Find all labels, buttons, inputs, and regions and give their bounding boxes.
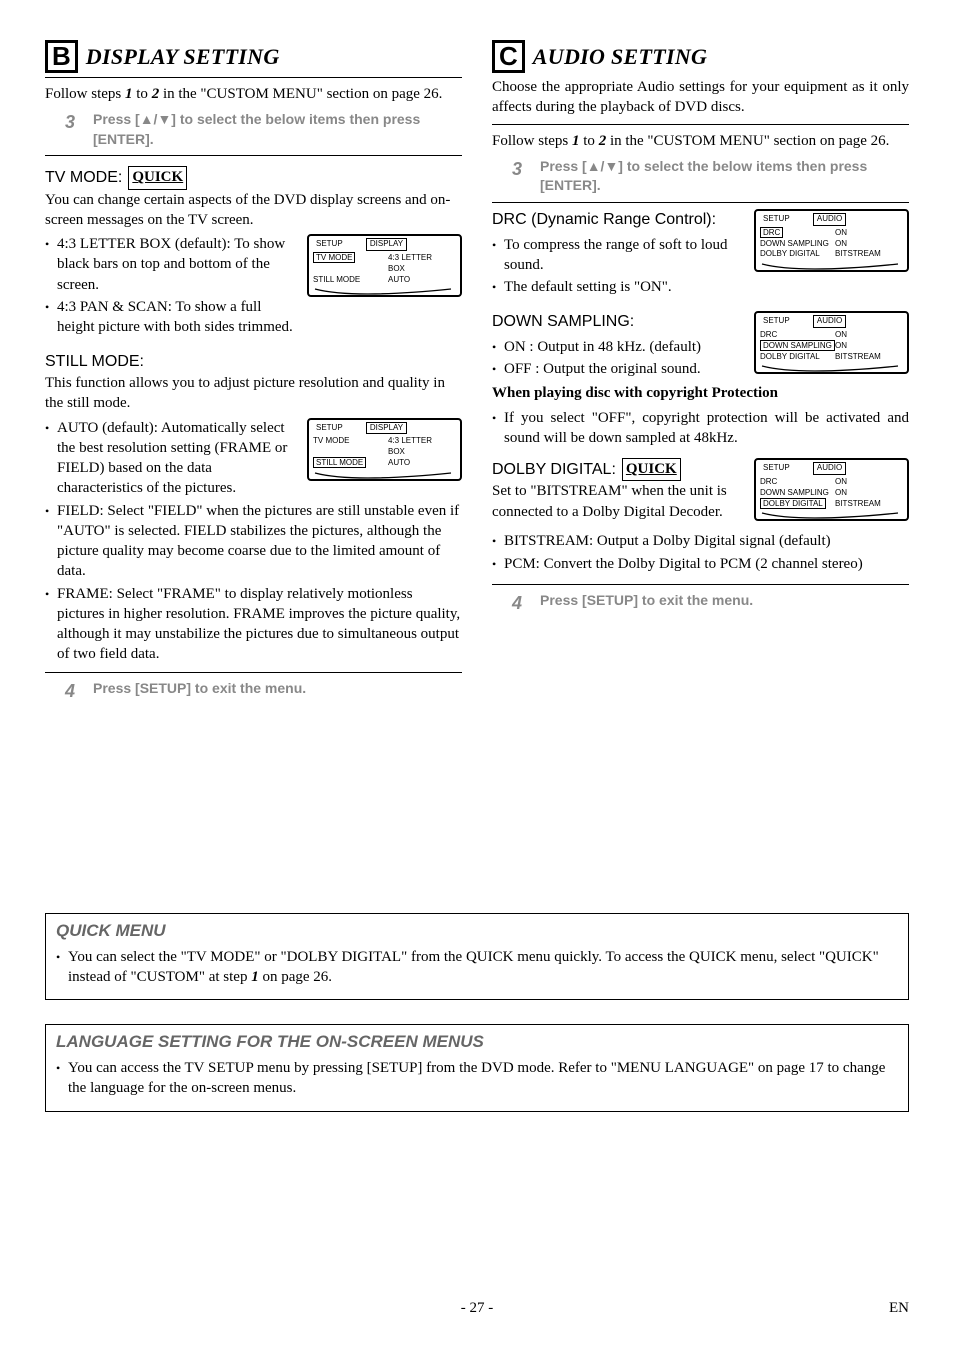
step-4-c: 4 Press [SETUP] to exit the menu. <box>512 591 909 615</box>
list-item: 4:3 PAN & SCAN: To show a full height pi… <box>45 297 462 338</box>
list-item: PCM: Convert the Dolby Digital to PCM (2… <box>492 554 909 574</box>
section-title-b: DISPLAY SETTING <box>86 42 280 72</box>
list-item: BITSTREAM: Output a Dolby Digital signal… <box>492 531 909 551</box>
list-item: You can select the "TV MODE" or "DOLBY D… <box>56 947 898 988</box>
list-item: FRAME: Select "FRAME" to display relativ… <box>45 584 462 665</box>
divider <box>45 672 462 673</box>
osd-tab: SETUP <box>760 463 793 474</box>
heading-label: DOLBY DIGITAL: <box>492 459 616 481</box>
section-letter-c: C <box>492 40 525 73</box>
step-text: Press [SETUP] to exit the menu. <box>93 679 306 699</box>
osd-tab: SETUP <box>760 214 793 225</box>
dolby-list: BITSTREAM: Output a Dolby Digital signal… <box>492 531 909 574</box>
still-mode-desc: This function allows you to adjust pictu… <box>45 373 462 414</box>
step-text: Press [▲/▼] to select the below items th… <box>540 157 909 196</box>
still-mode-list: AUTO (default): Automatically select the… <box>45 418 462 665</box>
osd-tab-active: AUDIO <box>813 315 846 328</box>
tv-mode-list: 4:3 LETTER BOX (default): To show black … <box>45 234 462 337</box>
follow-steps-b: Follow steps 1 to 2 in the "CUSTOM MENU"… <box>45 84 462 104</box>
osd-value: BITSTREAM <box>835 499 895 510</box>
dolby-heading: DOLBY DIGITAL: QUICK <box>492 458 746 481</box>
list-item: ON : Output in 48 kHz. (default) <box>492 337 909 357</box>
drc-list: To compress the range of soft to loud so… <box>492 235 909 298</box>
section-b-header: B DISPLAY SETTING <box>45 40 462 73</box>
divider <box>492 124 909 125</box>
step-number: 4 <box>512 591 526 615</box>
down-sampling-bold: When playing disc with copyright Protect… <box>492 383 909 403</box>
quick-menu-list: You can select the "TV MODE" or "DOLBY D… <box>56 947 898 988</box>
quick-tag: QUICK <box>128 166 187 189</box>
divider <box>45 155 462 156</box>
audio-intro: Choose the appropriate Audio settings fo… <box>492 77 909 118</box>
osd-row: DOWN SAMPLING <box>760 488 835 499</box>
tv-mode-desc: You can change certain aspects of the DV… <box>45 190 462 231</box>
drc-heading: DRC (Dynamic Range Control): <box>492 209 746 231</box>
osd-tab-active: AUDIO <box>813 462 846 475</box>
osd-tab-active: AUDIO <box>813 213 846 226</box>
divider <box>45 77 462 78</box>
osd-row: DRC <box>760 477 835 488</box>
list-item: To compress the range of soft to loud so… <box>492 235 909 276</box>
heading-label: DOWN SAMPLING: <box>492 311 634 333</box>
list-item: 4:3 LETTER BOX (default): To show black … <box>45 234 462 295</box>
page-number: - 27 - <box>461 1300 494 1316</box>
quick-tag: QUICK <box>622 458 681 481</box>
osd-row-selected: DOLBY DIGITAL <box>760 498 826 509</box>
section-title-c: AUDIO SETTING <box>533 42 707 72</box>
quick-menu-box: QUICK MENU You can select the "TV MODE" … <box>45 913 909 1000</box>
heading-label: STILL MODE: <box>45 351 144 373</box>
step-text: Press [SETUP] to exit the menu. <box>540 591 753 611</box>
osd-menu-audio-dolby: SETUP AUDIO DRCON DOWN SAMPLINGON DOLBY … <box>754 458 909 521</box>
divider <box>492 202 909 203</box>
step-3-c: 3 Press [▲/▼] to select the below items … <box>512 157 909 196</box>
osd-value: ON <box>835 488 895 499</box>
language-setting-box: LANGUAGE SETTING FOR THE ON-SCREEN MENUS… <box>45 1024 909 1111</box>
list-item: If you select "OFF", copyright protectio… <box>492 408 909 449</box>
heading-label: DRC (Dynamic Range Control): <box>492 209 716 231</box>
step-3-b: 3 Press [▲/▼] to select the below items … <box>65 110 462 149</box>
language-setting-title: LANGUAGE SETTING FOR THE ON-SCREEN MENUS <box>56 1031 898 1054</box>
step-number: 3 <box>512 157 526 181</box>
footer-lang: EN <box>889 1298 909 1318</box>
osd-tab: SETUP <box>760 316 793 327</box>
list-item: The default setting is "ON". <box>492 277 909 297</box>
column-audio: C AUDIO SETTING Choose the appropriate A… <box>492 40 909 709</box>
curl-icon <box>760 511 900 521</box>
language-setting-list: You can access the TV SETUP menu by pres… <box>56 1058 898 1099</box>
divider <box>492 584 909 585</box>
footer: - 27 - EN <box>0 1298 954 1318</box>
list-item: You can access the TV SETUP menu by pres… <box>56 1058 898 1099</box>
list-item: AUTO (default): Automatically select the… <box>45 418 462 499</box>
quick-menu-title: QUICK MENU <box>56 920 898 943</box>
step-number: 4 <box>65 679 79 703</box>
tv-mode-heading: TV MODE: QUICK <box>45 166 462 189</box>
still-mode-heading: STILL MODE: <box>45 351 462 373</box>
list-item: FIELD: Select "FIELD" when the pictures … <box>45 501 462 582</box>
section-letter-b: B <box>45 40 78 73</box>
follow-steps-c: Follow steps 1 to 2 in the "CUSTOM MENU"… <box>492 131 909 151</box>
heading-label: TV MODE: <box>45 167 122 189</box>
down-sampling-heading: DOWN SAMPLING: <box>492 311 746 333</box>
step-number: 3 <box>65 110 79 134</box>
down-sampling-note: If you select "OFF", copyright protectio… <box>492 408 909 449</box>
section-c-header: C AUDIO SETTING <box>492 40 909 73</box>
list-item: OFF : Output the original sound. <box>492 359 909 379</box>
column-display: B DISPLAY SETTING Follow steps 1 to 2 in… <box>45 40 462 709</box>
step-4-b: 4 Press [SETUP] to exit the menu. <box>65 679 462 703</box>
step-text: Press [▲/▼] to select the below items th… <box>93 110 462 149</box>
osd-value: ON <box>835 477 895 488</box>
